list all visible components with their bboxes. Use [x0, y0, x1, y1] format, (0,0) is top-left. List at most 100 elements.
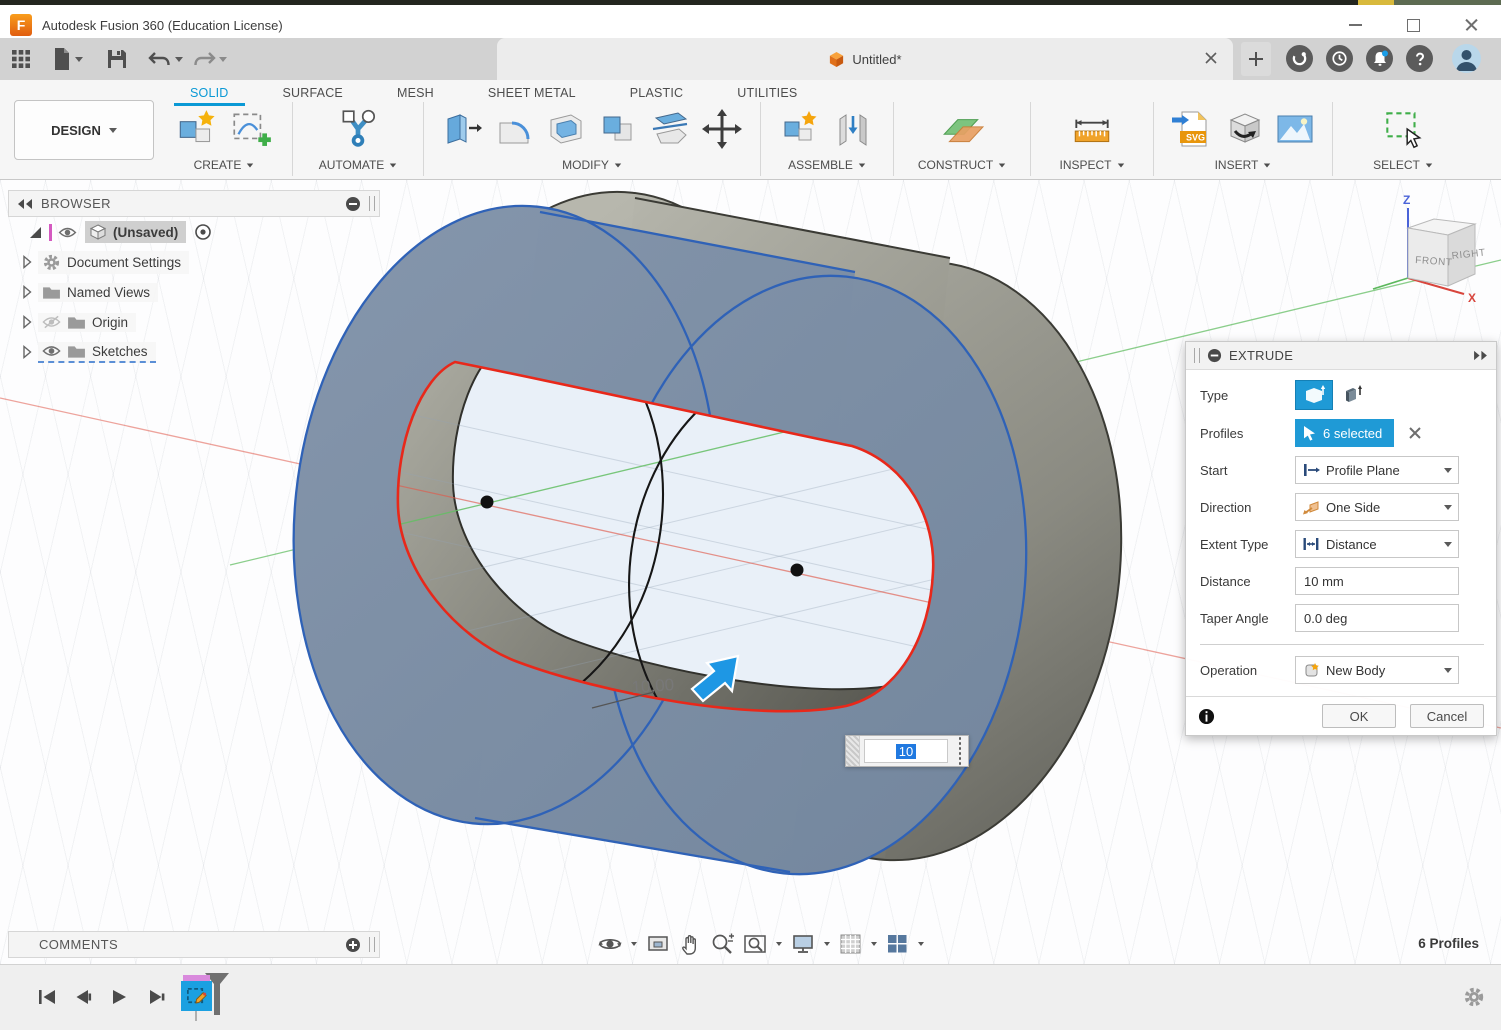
- measure-icon[interactable]: [1069, 106, 1115, 152]
- taper-angle-input[interactable]: [1295, 604, 1459, 632]
- profiles-selected-button[interactable]: 6 selected: [1295, 419, 1394, 447]
- extrude-dialog-header[interactable]: EXTRUDE: [1186, 342, 1496, 370]
- comments-bar[interactable]: COMMENTS: [8, 931, 380, 958]
- remove-panel-icon[interactable]: [345, 196, 361, 212]
- automate-icon[interactable]: [335, 106, 381, 152]
- profile-avatar[interactable]: [1452, 44, 1481, 73]
- chevron-right-icon[interactable]: [22, 285, 32, 299]
- chevron-down-icon[interactable]: [631, 942, 637, 946]
- canvas-image-icon[interactable]: [1273, 107, 1317, 151]
- dimension-options-icon[interactable]: [952, 737, 968, 765]
- visibility-off-eye-icon[interactable]: [42, 315, 61, 329]
- group-label-modify[interactable]: MODIFY: [562, 158, 622, 172]
- direction-select[interactable]: One Side: [1295, 493, 1459, 521]
- maximize-button[interactable]: [1392, 12, 1434, 38]
- panel-grip[interactable]: [369, 937, 375, 952]
- group-label-construct[interactable]: CONSTRUCT: [918, 158, 1006, 172]
- tree-item-origin[interactable]: Origin: [8, 307, 380, 337]
- chevron-down-icon[interactable]: [918, 942, 924, 946]
- cancel-button[interactable]: Cancel: [1410, 704, 1484, 728]
- fillet-icon[interactable]: [492, 107, 536, 151]
- step-forward-icon[interactable]: [144, 987, 166, 1007]
- dimension-input-box[interactable]: 10: [845, 735, 969, 767]
- skip-start-icon[interactable]: [36, 987, 58, 1007]
- insert-mesh-icon[interactable]: [1221, 107, 1265, 151]
- grid-settings-icon[interactable]: [839, 933, 862, 955]
- help-icon[interactable]: [1406, 45, 1433, 72]
- info-icon[interactable]: [1198, 708, 1215, 725]
- visibility-eye-icon[interactable]: [42, 344, 61, 358]
- save-icon[interactable]: [106, 46, 128, 72]
- chevron-right-icon[interactable]: [22, 255, 32, 269]
- chevron-down-icon[interactable]: [871, 942, 877, 946]
- group-label-select[interactable]: SELECT: [1373, 158, 1433, 172]
- select-box-icon[interactable]: [1380, 106, 1426, 152]
- new-tab-button[interactable]: [1241, 42, 1271, 76]
- new-solid-icon[interactable]: [174, 106, 220, 152]
- chevron-right-icon[interactable]: [22, 315, 32, 329]
- timeline-settings-gear-icon[interactable]: [1462, 985, 1486, 1014]
- construct-plane-icon[interactable]: [939, 106, 985, 152]
- expand-all-icon[interactable]: [30, 227, 41, 238]
- pan-icon[interactable]: [679, 932, 701, 956]
- distance-input[interactable]: [1295, 567, 1459, 595]
- display-settings-icon[interactable]: [791, 933, 815, 955]
- close-button[interactable]: [1450, 12, 1492, 38]
- group-label-insert[interactable]: INSERT: [1215, 158, 1272, 172]
- add-comment-icon[interactable]: [345, 937, 361, 953]
- extrude-solid-icon[interactable]: [1295, 380, 1333, 410]
- split-body-icon[interactable]: [648, 107, 692, 151]
- create-sketch-icon[interactable]: [228, 106, 274, 152]
- group-label-inspect[interactable]: INSPECT: [1059, 158, 1124, 172]
- fit-icon[interactable]: [743, 933, 767, 955]
- extrude-thin-icon[interactable]: [1337, 380, 1375, 410]
- extent-select[interactable]: Distance: [1295, 530, 1459, 558]
- visibility-eye-icon[interactable]: [58, 226, 77, 239]
- document-tab[interactable]: Untitled*: [497, 38, 1233, 80]
- redo-icon[interactable]: [192, 46, 227, 72]
- press-pull-icon[interactable]: [440, 107, 484, 151]
- chevron-down-icon[interactable]: [776, 942, 782, 946]
- shell-icon[interactable]: [544, 107, 588, 151]
- minimize-button[interactable]: [1334, 12, 1376, 38]
- view-cube[interactable]: FRONT RIGHT Z X: [1368, 190, 1498, 310]
- activate-radio-icon[interactable]: [194, 223, 212, 241]
- tree-item-sketches[interactable]: Sketches: [8, 337, 380, 367]
- undo-icon[interactable]: [148, 46, 183, 72]
- joint-icon[interactable]: [831, 107, 875, 151]
- dimension-drag-handle[interactable]: [846, 736, 860, 766]
- dimension-input[interactable]: 10: [864, 739, 948, 763]
- panel-grip[interactable]: [369, 196, 375, 211]
- dialog-collapse-icon[interactable]: [1207, 348, 1222, 363]
- combine-icon[interactable]: [596, 107, 640, 151]
- viewports-icon[interactable]: [886, 933, 909, 955]
- job-status-icon[interactable]: [1326, 45, 1353, 72]
- ok-button[interactable]: OK: [1322, 704, 1396, 728]
- clear-selection-icon[interactable]: [1408, 426, 1422, 440]
- notifications-icon[interactable]: [1366, 45, 1393, 72]
- new-component-icon[interactable]: [779, 107, 823, 151]
- dialog-grip[interactable]: [1194, 348, 1200, 363]
- tab-close-icon[interactable]: [1201, 48, 1221, 68]
- sketch-point-right[interactable]: [791, 564, 804, 577]
- timeline-sketch-feature[interactable]: [181, 975, 212, 1013]
- group-label-assemble[interactable]: ASSEMBLE: [788, 158, 866, 172]
- app-grid-icon[interactable]: [10, 46, 32, 72]
- step-back-icon[interactable]: [72, 987, 94, 1007]
- file-menu-icon[interactable]: [52, 46, 83, 72]
- start-select[interactable]: Profile Plane: [1295, 456, 1459, 484]
- sketch-point-left[interactable]: [481, 496, 494, 509]
- look-at-icon[interactable]: [646, 933, 670, 955]
- extensions-icon[interactable]: [1286, 45, 1313, 72]
- design-menu-button[interactable]: DESIGN: [14, 100, 154, 160]
- tree-item-named-views[interactable]: Named Views: [8, 277, 380, 307]
- move-icon[interactable]: [700, 107, 744, 151]
- play-icon[interactable]: [108, 987, 130, 1007]
- chevron-right-icon[interactable]: [22, 345, 32, 359]
- insert-svg-icon[interactable]: SVG: [1169, 107, 1213, 151]
- group-label-automate[interactable]: AUTOMATE: [319, 158, 398, 172]
- tree-root-row[interactable]: (Unsaved): [8, 217, 380, 247]
- tree-item-document-settings[interactable]: Document Settings: [8, 247, 380, 277]
- dialog-pin-icon[interactable]: [1473, 350, 1488, 361]
- chevron-down-icon[interactable]: [824, 942, 830, 946]
